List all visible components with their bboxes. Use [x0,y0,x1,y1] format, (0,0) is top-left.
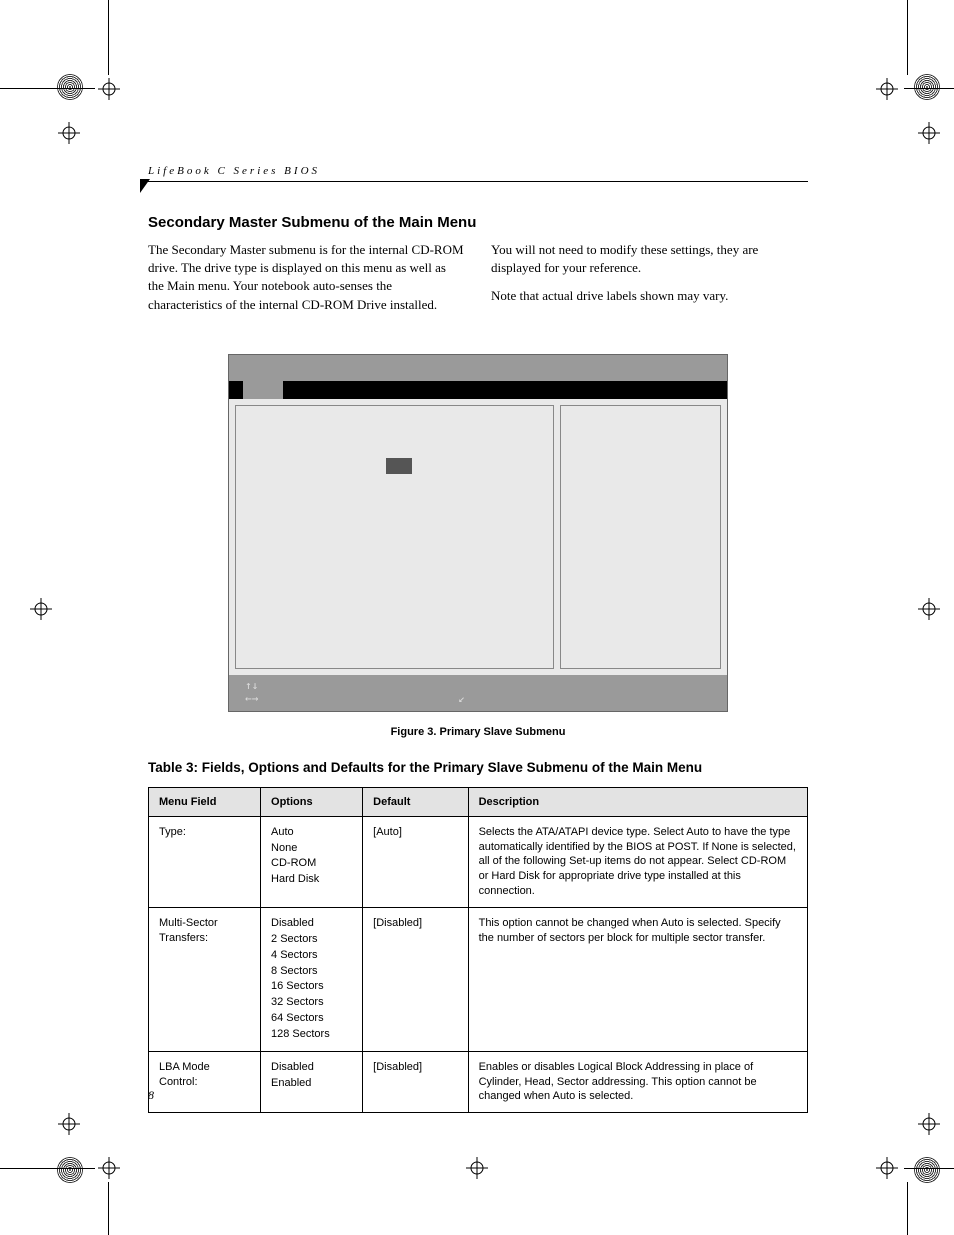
cell-description: Selects the ATA/ATAPI device type. Selec… [468,816,807,907]
option-item: Enabled [271,1076,352,1091]
option-item: 8 Sectors [271,964,352,979]
table-header-row: Menu Field Options Default Description [149,787,808,816]
body-paragraph: The Secondary Master submenu is for the … [148,241,465,314]
bios-nav-arrows-horiz: ←→ [245,692,258,705]
registration-mark [876,78,898,100]
option-item: 32 Sectors [271,995,352,1010]
table-title: Table 3: Fields, Options and Defaults fo… [148,760,808,775]
registration-mark [58,122,80,144]
bios-body [229,399,727,675]
fields-table: Menu Field Options Default Description T… [148,787,808,1114]
cell-options: Auto None CD-ROM Hard Disk [261,816,363,907]
cell-default: [Auto] [363,816,468,907]
option-item: 2 Sectors [271,932,352,947]
option-item: None [271,841,352,856]
cell-menu: LBA Mode Control: [149,1051,261,1113]
cell-menu: Type: [149,816,261,907]
registration-mark [918,122,940,144]
col-header-menu: Menu Field [149,787,261,816]
crop-line [907,0,908,75]
registration-mark [918,1113,940,1135]
bios-screenshot: ↑↓ ←→ ↙ [228,354,728,712]
col-header-options: Options [261,787,363,816]
running-header: LifeBook C Series BIOS [148,165,808,182]
page-number: 8 [148,1088,154,1103]
bios-highlight [386,458,412,474]
cell-options: Disabled 2 Sectors 4 Sectors 8 Sectors 1… [261,907,363,1051]
cell-options: Disabled Enabled [261,1051,363,1113]
bios-nav-enter: ↙ [458,692,465,705]
page-content: LifeBook C Series BIOS Secondary Master … [148,165,808,1113]
crop-line [108,1182,109,1235]
table-row: Multi-Sector Transfers: Disabled 2 Secto… [149,907,808,1051]
registration-mark [876,1157,898,1179]
registration-mark [98,1157,120,1179]
crop-line [0,1168,95,1169]
option-item: Auto [271,825,352,840]
option-item: CD-ROM [271,856,352,871]
cell-description: This option cannot be changed when Auto … [468,907,807,1051]
crop-line [108,0,109,75]
registration-mark [30,598,52,620]
bios-help-pane [560,405,721,669]
crop-line [904,1168,954,1169]
cell-description: Enables or disables Logical Block Addres… [468,1051,807,1113]
option-item: 128 Sectors [271,1027,352,1042]
crop-line [907,1182,908,1235]
crop-mark-swirl [912,1155,942,1185]
cell-default: [Disabled] [363,907,468,1051]
registration-mark [918,598,940,620]
crop-mark-swirl [55,72,85,102]
body-paragraph: Note that actual drive labels shown may … [491,287,808,305]
option-item: 16 Sectors [271,979,352,994]
registration-mark [466,1157,488,1179]
figure-caption: Figure 3. Primary Slave Submenu [148,726,808,738]
option-item: Disabled [271,1060,352,1075]
registration-mark [98,78,120,100]
option-item: 64 Sectors [271,1011,352,1026]
bios-menu-selected [243,381,283,399]
column-left: The Secondary Master submenu is for the … [148,241,465,324]
crop-line [904,88,954,89]
col-header-default: Default [363,787,468,816]
tab-wedge-icon [140,179,150,193]
col-header-description: Description [468,787,807,816]
option-item: Hard Disk [271,872,352,887]
bios-nav-arrows-vert: ↑↓ [245,679,258,692]
cell-default: [Disabled] [363,1051,468,1113]
bios-menubar [229,381,727,399]
section-title: Secondary Master Submenu of the Main Men… [148,214,808,231]
option-item: Disabled [271,916,352,931]
bios-footer: ↑↓ ←→ ↙ [229,675,727,711]
option-item: 4 Sectors [271,948,352,963]
bios-left-pane [235,405,554,669]
table-row: LBA Mode Control: Disabled Enabled [Disa… [149,1051,808,1113]
body-paragraph: You will not need to modify these settin… [491,241,808,277]
bios-titlebar [229,355,727,381]
table-row: Type: Auto None CD-ROM Hard Disk [Auto] … [149,816,808,907]
cell-menu: Multi-Sector Transfers: [149,907,261,1051]
crop-mark-swirl [912,72,942,102]
crop-line [0,88,95,89]
registration-mark [58,1113,80,1135]
two-column-body: The Secondary Master submenu is for the … [148,241,808,324]
crop-mark-swirl [55,1155,85,1185]
column-right: You will not need to modify these settin… [491,241,808,324]
